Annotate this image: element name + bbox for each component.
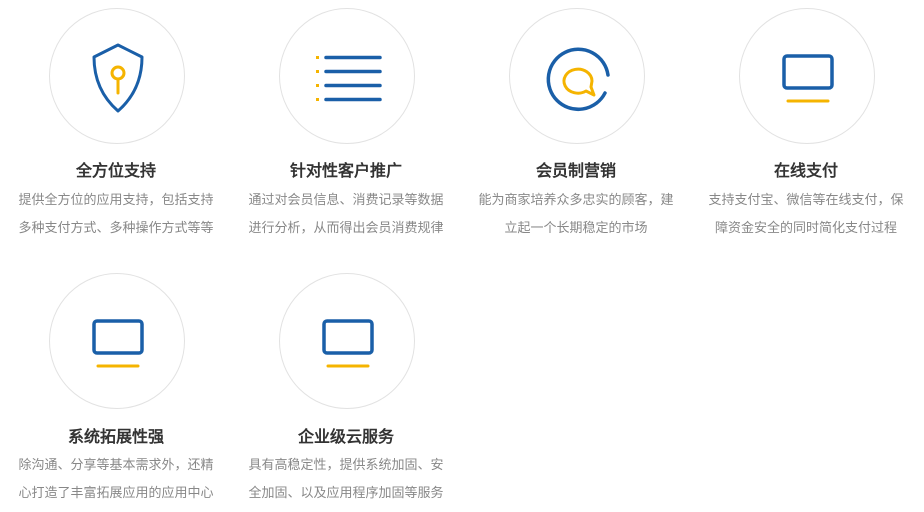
feature-title: 系统拓展性强 bbox=[67, 427, 164, 446]
icon-circle bbox=[49, 273, 185, 409]
feature-desc-line: 障资金安全的同时简化支付过程 bbox=[714, 221, 897, 236]
feature-desc-line: 具有高稳定性，提供系统加固、安 bbox=[248, 458, 444, 473]
feature-desc-line: 进行分析，从而得出会员消费规律 bbox=[248, 221, 444, 236]
feature-desc-line: 提供全方位的应用支持，包括支持 bbox=[18, 193, 214, 208]
feature-title: 企业级云服务 bbox=[297, 427, 394, 446]
feature-title: 在线支付 bbox=[773, 161, 838, 180]
icon-circle bbox=[509, 8, 645, 144]
feature-desc-line: 能为商家培养众多忠实的顾客，建 bbox=[478, 193, 674, 208]
feature-desc-line: 除沟通、分享等基本需求外，还精 bbox=[18, 458, 214, 473]
feature-desc-line: 通过对会员信息、消费记录等数据 bbox=[248, 193, 444, 208]
feature-title: 针对性客户推广 bbox=[289, 161, 402, 180]
icon-circle bbox=[739, 8, 875, 144]
chat-bubble-icon bbox=[546, 47, 610, 112]
monitor-icon bbox=[782, 54, 834, 103]
feature-desc-line: 多种支付方式、多种操作方式等等 bbox=[18, 221, 214, 236]
icon-circle bbox=[279, 8, 415, 144]
feature-title: 全方位支持 bbox=[75, 161, 156, 180]
feature-title: 会员制营销 bbox=[535, 161, 616, 180]
shield-key-icon bbox=[92, 43, 144, 113]
list-icon bbox=[316, 55, 382, 102]
feature-desc-line: 全加固、以及应用程序加固等服务 bbox=[248, 486, 444, 501]
monitor-icon bbox=[92, 319, 144, 368]
feature-desc-line: 支持支付宝、微信等在线支付，保 bbox=[708, 193, 904, 208]
icon-circle bbox=[279, 273, 415, 409]
icon-circle bbox=[49, 8, 185, 144]
monitor-icon bbox=[322, 319, 374, 368]
feature-desc-line: 立起一个长期稳定的市场 bbox=[504, 221, 648, 236]
feature-desc-line: 心打造了丰富拓展应用的应用中心 bbox=[18, 486, 214, 501]
